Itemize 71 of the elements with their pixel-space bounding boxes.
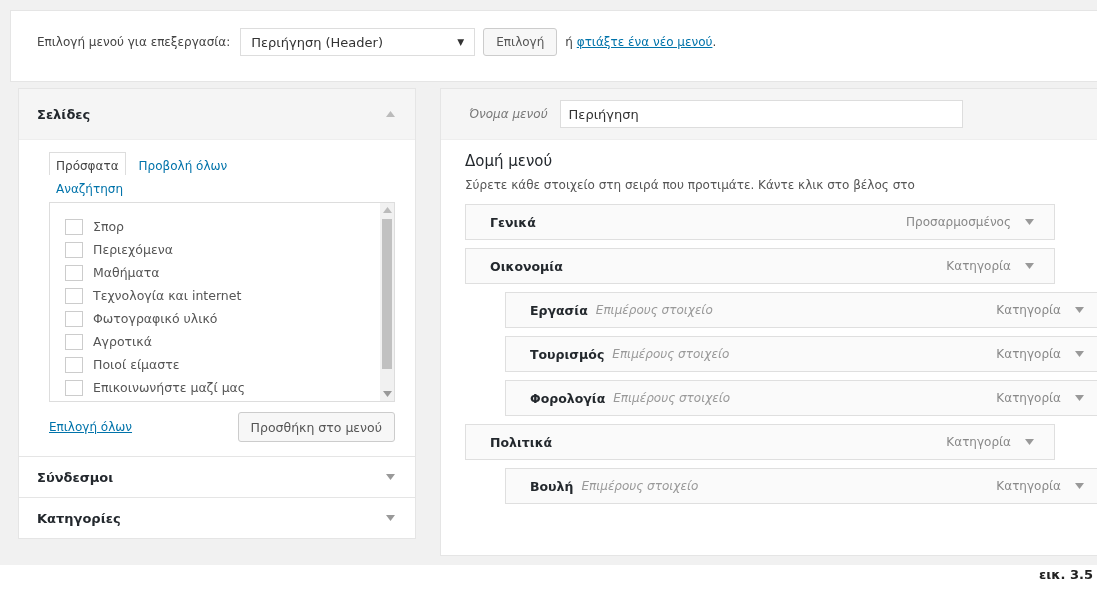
checkbox[interactable] [65, 264, 83, 281]
add-to-menu-button[interactable]: Προσθήκη στο μενού [237, 412, 395, 442]
expand-caret-icon[interactable] [1075, 351, 1084, 357]
expand-caret-icon[interactable] [1075, 483, 1084, 489]
expand-caret-icon[interactable] [1075, 307, 1084, 313]
menu-name-field[interactable]: Περιήγηση [559, 100, 963, 128]
scrollbar[interactable] [380, 203, 394, 401]
menu-item-title: Βουλή [530, 478, 574, 494]
sub-item-label: Επιμέρους στοιχείο [581, 479, 699, 493]
expand-caret-icon[interactable] [386, 515, 395, 521]
checkbox[interactable] [65, 333, 83, 350]
sub-item-label: Επιμέρους στοιχείο [612, 347, 730, 361]
page-label[interactable]: Φωτογραφικό υλικό [93, 311, 218, 326]
menu-item[interactable]: Βουλή Επιμέρους στοιχείο Κατηγορία [505, 468, 1097, 504]
collapse-caret-icon[interactable] [386, 111, 395, 117]
expand-caret-icon[interactable] [386, 474, 395, 480]
create-menu-text: ή φτιάξτε ένα νέο μενού. [565, 35, 717, 49]
menu-item-title: Εργασία [530, 302, 588, 318]
instructions-text: Σύρετε κάθε στοιχείο στη σειρά που προτιμάτε. Κάντε κλικ στο βέλος στο [465, 178, 916, 192]
tab[interactable]: Αναζήτηση [49, 175, 130, 198]
expand-caret-icon[interactable] [1025, 219, 1034, 225]
menu-dropdown[interactable]: Περιήγηση (Header) ▼ [240, 28, 476, 56]
menu-item[interactable]: Γενικά Προσαρμοσμένος [465, 204, 1055, 240]
menu-item-type: Κατηγορία [946, 259, 1011, 273]
checkbox[interactable] [65, 310, 83, 327]
checkbox[interactable] [65, 218, 83, 235]
page-label[interactable]: Ποιοί είμαστε [93, 357, 180, 372]
menu-name-label: Όνομα μενού [469, 107, 548, 121]
menu-item[interactable]: Οικονομία Κατηγορία [465, 248, 1055, 284]
menu-item[interactable]: Τουρισμός Επιμέρους στοιχείο Κατηγορία [505, 336, 1097, 372]
tab[interactable]: Προβολή όλων [131, 152, 235, 175]
menu-item-title: Πολιτικά [490, 434, 553, 450]
menu-item[interactable]: Φορολογία Επιμέρους στοιχείο Κατηγορία [505, 380, 1097, 416]
select-button[interactable]: Επιλογή [483, 28, 558, 56]
sub-item-label: Επιμέρους στοιχείο [595, 303, 713, 317]
menu-item-title: Γενικά [490, 214, 536, 230]
sub-item-label: Επιμέρους στοιχείο [613, 391, 731, 405]
menu-item[interactable]: Εργασία Επιμέρους στοιχείο Κατηγορία [505, 292, 1097, 328]
page-label[interactable]: Σπορ [93, 219, 124, 234]
section-title[interactable]: Σύνδεσμοι [37, 469, 114, 485]
tab[interactable]: Πρόσφατα [49, 152, 126, 175]
menu-item-title: Φορολογία [530, 390, 606, 406]
page-label[interactable]: Τεχνολογία και internet [93, 288, 242, 303]
checkbox[interactable] [65, 241, 83, 258]
menu-item-type: Κατηγορία [996, 391, 1061, 405]
page-label[interactable]: Περιεχόμενα [93, 242, 173, 257]
menu-item-type: Κατηγορία [996, 303, 1061, 317]
menu-item-type: Κατηγορία [946, 435, 1011, 449]
page-label[interactable]: Μαθήματα [93, 265, 160, 280]
expand-caret-icon[interactable] [1025, 439, 1034, 445]
menu-item[interactable]: Πολιτικά Κατηγορία [465, 424, 1055, 460]
menu-item-title: Τουρισμός [530, 346, 605, 362]
select-all-link[interactable]: Επιλογή όλων [49, 420, 133, 434]
expand-caret-icon[interactable] [1075, 395, 1084, 401]
scroll-down-icon[interactable] [382, 391, 392, 397]
menu-item-title: Οικονομία [490, 258, 563, 274]
page-label[interactable]: Αγροτικά [93, 334, 152, 349]
menu-item-type: Κατηγορία [996, 347, 1061, 361]
section-title[interactable]: Σελίδες [37, 106, 91, 122]
checkbox[interactable] [65, 356, 83, 373]
scroll-up-icon[interactable] [382, 207, 392, 213]
menu-item-type: Κατηγορία [996, 479, 1061, 493]
expand-caret-icon[interactable] [1025, 263, 1034, 269]
page-label[interactable]: Επικοινωνήστε μαζί μας [93, 380, 246, 395]
menu-select-label: Επιλογή μενού για επεξεργασία: [37, 35, 231, 49]
checkbox[interactable] [65, 287, 83, 304]
figure-caption: εικ. 3.5 [0, 565, 1097, 589]
section-title[interactable]: Κατηγορίες [37, 510, 121, 526]
menu-structure-heading: Δομή μενού [465, 152, 554, 170]
menu-item-type: Προσαρμοσμένος [906, 215, 1011, 229]
checkbox[interactable] [65, 379, 83, 396]
